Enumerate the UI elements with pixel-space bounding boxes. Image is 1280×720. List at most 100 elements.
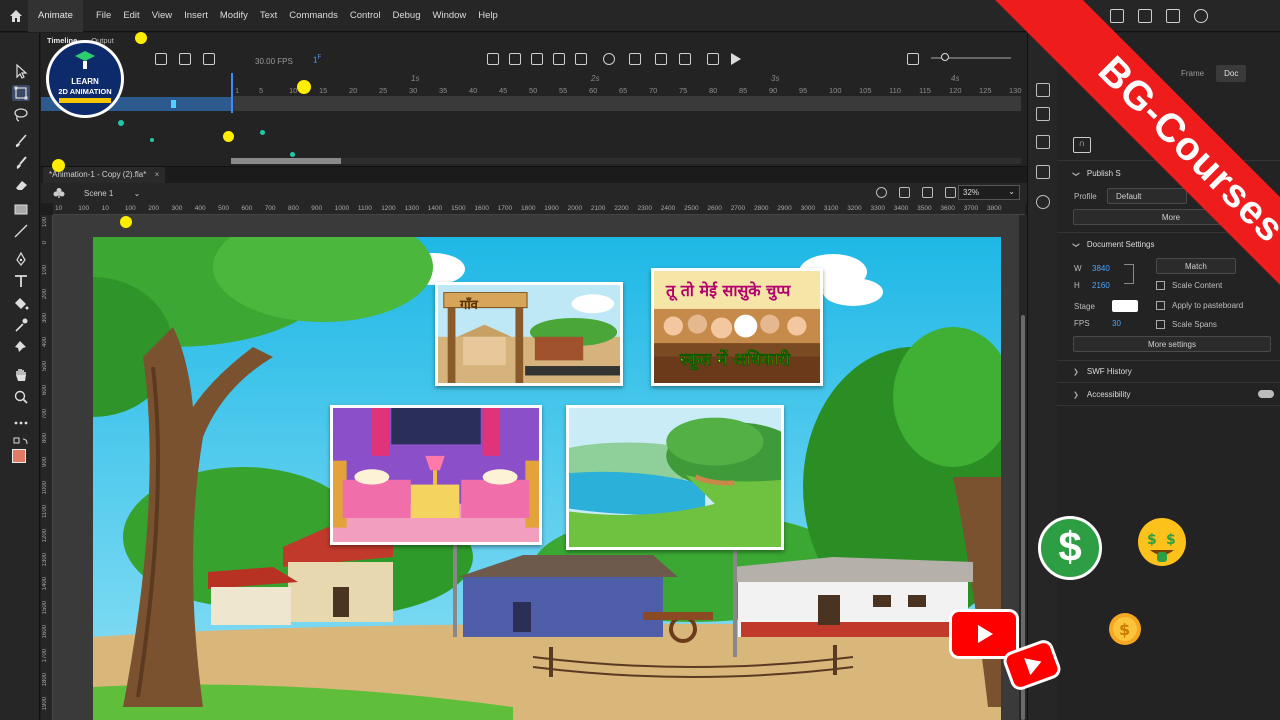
link-dimensions-icon[interactable] — [1124, 264, 1134, 284]
menu-view[interactable]: View — [152, 10, 172, 21]
clubs-icon[interactable] — [53, 187, 65, 199]
stroke-color-swatch[interactable] — [18, 491, 32, 505]
stage-options-icon[interactable] — [945, 187, 956, 198]
timeline-frame-span[interactable] — [231, 97, 1021, 111]
rectangle-icon[interactable] — [12, 201, 30, 217]
timeline-ruler[interactable]: 1 5 10 15 20 25 30 35 40 45 50 55 60 65 70 75 80 85 90 95 10… — [231, 73, 1022, 97]
tab-doc[interactable]: Doc — [1216, 65, 1247, 82]
center-stage-icon[interactable] — [876, 187, 887, 198]
library-panel-icon[interactable] — [1036, 107, 1050, 121]
scale-spans-checkbox[interactable] — [1156, 320, 1165, 329]
fps-input[interactable]: 30 — [1112, 319, 1121, 328]
thumbnail-lake[interactable] — [566, 405, 784, 550]
align-panel-icon[interactable] — [1036, 165, 1050, 179]
lasso-icon[interactable] — [12, 107, 30, 123]
next-frame-icon[interactable] — [553, 53, 565, 65]
decor-dot — [260, 130, 265, 135]
layer-parenting-icon[interactable] — [179, 53, 191, 65]
canvas-vertical-scrollbar[interactable] — [1019, 215, 1027, 720]
home-icon[interactable] — [8, 8, 24, 24]
pen-icon[interactable] — [12, 251, 30, 267]
document-settings-header[interactable]: Document Settings — [1073, 240, 1155, 249]
menu-file[interactable]: File — [96, 10, 111, 21]
menu-edit[interactable]: Edit — [123, 10, 139, 21]
vertical-ruler[interactable]: 100 0 100 200 300 400 500 600 700 800 900 1000 1100 1… — [41, 215, 53, 720]
play-triangle-icon[interactable] — [731, 53, 741, 65]
thumbnail-bedroom[interactable] — [330, 405, 542, 545]
free-transform-icon[interactable] — [12, 85, 30, 101]
playhead[interactable] — [231, 73, 233, 113]
prev-frame-icon[interactable] — [509, 53, 521, 65]
menu-control[interactable]: Control — [350, 10, 381, 21]
zoom-icon[interactable] — [12, 389, 30, 405]
undo-icon[interactable] — [907, 53, 919, 65]
app-tab[interactable]: Animate — [28, 0, 83, 32]
timeline-horizontal-scrollbar[interactable] — [231, 158, 1021, 164]
timeline-current-frame[interactable]: 1F — [313, 55, 321, 65]
height-value[interactable]: 2160 — [1092, 281, 1110, 290]
zoom-level-select[interactable]: 32% ⌄ — [958, 185, 1020, 200]
width-value[interactable]: 3840 — [1092, 264, 1110, 273]
blank-keyframe-icon[interactable] — [679, 53, 691, 65]
stage[interactable]: गाँव तू तो मेई सासुके चुप्प स्कूल में अध… — [93, 237, 1001, 720]
swf-history-header[interactable]: SWF History — [1073, 367, 1132, 376]
brush-icon[interactable] — [12, 133, 30, 149]
layout-icon[interactable] — [1138, 9, 1152, 23]
more-settings-button[interactable]: More settings — [1073, 336, 1271, 352]
menu-help[interactable]: Help — [478, 10, 498, 21]
match-contents-button[interactable]: Match — [1156, 258, 1236, 274]
graph-icon[interactable] — [203, 53, 215, 65]
profile-select[interactable]: Default — [1107, 188, 1187, 204]
publish-settings-header[interactable]: Publish S — [1073, 169, 1121, 178]
line-icon[interactable] — [12, 223, 30, 239]
onion-skin-icon[interactable] — [603, 53, 615, 65]
share-icon[interactable] — [1110, 9, 1124, 23]
insert-keyframe-icon[interactable] — [655, 53, 667, 65]
scene-selector[interactable]: Scene 1 ⌄ — [84, 189, 140, 198]
stage-color-swatch[interactable] — [1112, 300, 1138, 312]
clip-content-icon[interactable] — [922, 187, 933, 198]
paint-bucket-icon[interactable] — [12, 295, 30, 311]
zoom-slider-handle[interactable] — [941, 53, 949, 61]
loop-icon[interactable] — [707, 53, 719, 65]
eraser-icon[interactable] — [12, 177, 30, 193]
tab-frame[interactable]: Frame — [1173, 65, 1212, 82]
assets-panel-icon[interactable] — [1036, 135, 1050, 149]
thumbnail-village-gate[interactable]: गाँव — [435, 282, 623, 386]
play-icon[interactable] — [531, 53, 543, 65]
menu-window[interactable]: Window — [433, 10, 467, 21]
pasteboard[interactable]: गाँव तू तो मेई सासुके चुप्प स्कूल में अध… — [53, 215, 1019, 720]
fill-color-swatch[interactable] — [12, 449, 26, 463]
timeline-fps[interactable]: 30.00 FPS — [255, 57, 293, 66]
paintbrush-icon[interactable] — [12, 155, 30, 171]
camera-tool-icon[interactable] — [155, 53, 167, 65]
apply-pasteboard-checkbox[interactable] — [1156, 301, 1165, 310]
menu-insert[interactable]: Insert — [184, 10, 208, 21]
arrow-icon[interactable] — [12, 63, 30, 79]
text-icon[interactable] — [12, 273, 30, 289]
more-icon[interactable] — [12, 415, 30, 431]
menu-text[interactable]: Text — [260, 10, 277, 21]
edit-multiple-frames-icon[interactable] — [629, 53, 641, 65]
properties-panel-icon[interactable] — [1036, 83, 1050, 97]
menu-commands[interactable]: Commands — [289, 10, 338, 21]
rotate-stage-icon[interactable] — [899, 187, 910, 198]
menu-debug[interactable]: Debug — [393, 10, 421, 21]
menu-modify[interactable]: Modify — [220, 10, 248, 21]
motion-presets-icon[interactable] — [1036, 195, 1050, 209]
accessibility-toggle[interactable] — [1258, 390, 1274, 398]
snap-magnet-icon[interactable]: ∩ — [1073, 137, 1091, 153]
test-movie-play-icon[interactable] — [1194, 9, 1208, 23]
scale-content-checkbox[interactable] — [1156, 281, 1165, 290]
hand-icon[interactable] — [12, 367, 30, 383]
accessibility-header[interactable]: Accessibility — [1073, 390, 1131, 399]
pin-icon[interactable] — [12, 339, 30, 355]
scrollbar-thumb[interactable] — [231, 158, 341, 164]
last-frame-icon[interactable] — [575, 53, 587, 65]
camera-icon[interactable] — [1166, 9, 1180, 23]
close-icon[interactable]: × — [155, 170, 160, 179]
thumbnail-school[interactable]: तू तो मेई सासुके चुप्प स्कूल में अधिकारी — [651, 268, 823, 386]
eyedropper-icon[interactable] — [12, 317, 30, 333]
horizontal-ruler[interactable]: 10 100 10 100 200 300 400 500 600 700 800 900 1000 11… — [53, 203, 1025, 215]
first-frame-icon[interactable] — [487, 53, 499, 65]
